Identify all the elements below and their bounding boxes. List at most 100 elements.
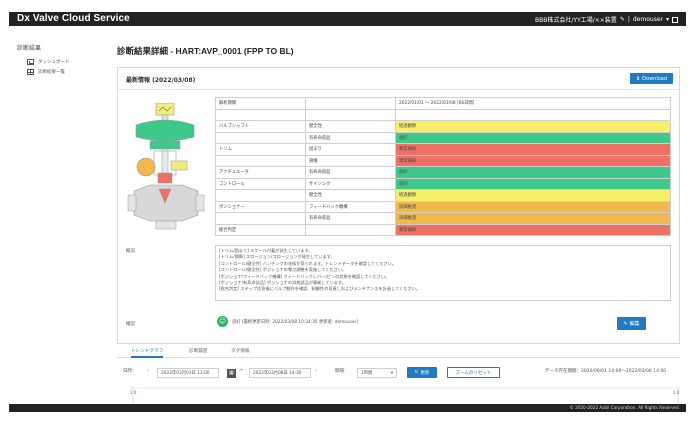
- card-header: 最新情報 (2022/03/08) ⬇ Download: [118, 68, 679, 90]
- table-cell: コントロール: [215, 177, 306, 190]
- end-datetime-input[interactable]: 2022年03月08日 14:30: [249, 368, 311, 378]
- table-cell: 健全性: [305, 120, 396, 133]
- table-cell: サイジング: [305, 177, 396, 190]
- table-cell: 有寿命部品: [305, 166, 396, 179]
- company-path: BBB株式会社/YY工場/××装置: [535, 17, 617, 24]
- table-cell: トリム: [215, 143, 306, 156]
- positioner: [136, 157, 156, 177]
- chevron-left-icon[interactable]: ‹: [147, 368, 149, 373]
- window-icon[interactable]: [672, 16, 678, 23]
- summary-text: [トリム/固まり] スケール付着が発生しています。 [トリム/損傷] エロージョン…: [215, 245, 671, 301]
- diagnosis-status-cell: 良好: [395, 166, 671, 179]
- page-title: 診断結果詳細 - HART:AVP_0001 (FPP TO BL): [117, 46, 294, 56]
- table-cell: アクチュエータ: [215, 166, 306, 179]
- interval-select[interactable]: 1時間 ▾: [357, 368, 397, 378]
- tab-diagnosis-history[interactable]: 診断履歴: [189, 348, 207, 354]
- diagnosis-status-cell: 詳細推奨: [395, 200, 671, 213]
- range-separator: →: [239, 368, 243, 373]
- confirm-label: 確認: [126, 322, 135, 327]
- table-cell: 損傷: [305, 154, 396, 167]
- update-button[interactable]: ↻ 更新: [407, 367, 437, 378]
- sidebar-item-dashboard[interactable]: ダッシュボード: [27, 57, 107, 67]
- sidebar-item-label: ダッシュボード: [38, 60, 70, 65]
- confirm-text: 良好 [最終更新日時: 2022/03/08 10:34:35 更新者: dem…: [232, 320, 358, 325]
- valve-illustration: [127, 103, 205, 230]
- chevron-down-icon[interactable]: ▾: [666, 16, 669, 23]
- table-cell: [305, 223, 396, 236]
- interval-label: 間隔：: [335, 369, 349, 374]
- sidebar-item-label: 診断結果一覧: [38, 70, 65, 75]
- table-cell: [215, 131, 306, 144]
- smile-icon: ☺: [217, 316, 228, 327]
- table-cell: 有寿命部品: [305, 212, 396, 225]
- zoom-reset-button[interactable]: ズームのリセット: [447, 367, 500, 378]
- diagnosis-status-cell: 良好: [395, 131, 671, 144]
- table-cell: 健全性: [305, 189, 396, 202]
- table-row: 有寿命部品 詳細推奨: [215, 212, 671, 225]
- table-cell: フィードバック機構: [305, 200, 396, 213]
- table-cell: [305, 108, 396, 121]
- chart-icon: [27, 59, 34, 65]
- chevron-down-icon: ▾: [390, 370, 393, 376]
- grid-icon: [27, 69, 34, 75]
- y-axis-tick-left: 1.0: [130, 390, 137, 395]
- download-icon: ⬇: [635, 75, 641, 82]
- table-row: ポジショナー フィードバック機構 詳細推奨: [215, 200, 671, 213]
- y-axis-tick-right: 1.0: [673, 390, 680, 395]
- start-datetime-input[interactable]: 2022年03月03日 13:00: [157, 368, 219, 378]
- filter-bar: 日時： ‹ 2022年03月03日 13:00 ▦ → 2022年03月08日 …: [117, 364, 680, 382]
- diagnosis-status-cell: 良好: [395, 177, 671, 190]
- table-row: 健全性 経過観察: [215, 189, 671, 202]
- summary-label: 概況: [126, 249, 135, 254]
- table-cell: バルブシャフト: [215, 120, 306, 133]
- table-cell: [305, 97, 396, 110]
- footer: © 2020-2022 Azbil Corporation. All Right…: [9, 404, 686, 412]
- table-row: コントロール サイジング 良好: [215, 177, 671, 190]
- card-title: 最新情報 (2022/03/08): [126, 77, 196, 84]
- latest-info-card: 最新情報 (2022/03/08) ⬇ Download 解析期間 2022/01…: [117, 67, 680, 344]
- table-row: [215, 108, 671, 121]
- divider: |: [627, 16, 630, 23]
- diagnosis-status-cell: 経過観察: [395, 120, 671, 133]
- top-bar: Dx Valve Cloud Service BBB株式会社/YY工場/××装置…: [9, 12, 686, 26]
- table-cell: [215, 154, 306, 167]
- refresh-icon: ↻: [414, 370, 419, 375]
- summary-line: [総合判定] ステップ応答後にバルブ動作を確認、制御性の見直しおよびメンテナンス…: [219, 286, 421, 292]
- diagnosis-status-cell: [395, 108, 671, 121]
- trend-chart: [131, 386, 680, 404]
- table-row: 総合判定 異常検知: [215, 223, 671, 236]
- edit-button[interactable]: ✎ 編集: [617, 317, 646, 330]
- tab-trend-graph[interactable]: トレンドグラフ: [131, 348, 164, 358]
- table-cell: 総合判定: [215, 223, 306, 236]
- chevron-right-icon[interactable]: ›: [315, 368, 317, 373]
- table-row: バルブシャフト 健全性 経過観察: [215, 120, 671, 133]
- table-row: トリム 固まり 異常検知: [215, 143, 671, 156]
- download-button[interactable]: ⬇ Download: [630, 73, 673, 84]
- table-row: 有寿命部品 良好: [215, 131, 671, 144]
- table-cell: [215, 212, 306, 225]
- table-row: アクチュエータ 有寿命部品 良好: [215, 166, 671, 179]
- table-cell: 固まり: [305, 143, 396, 156]
- sidebar: 診断結果 ダッシュボード 診断結果一覧: [17, 43, 107, 77]
- table-cell: 解析期間: [215, 97, 306, 110]
- actuator-diaphragm: [135, 119, 195, 142]
- sidebar-item-results[interactable]: 診断結果一覧: [27, 67, 107, 77]
- shaft-indicator: [170, 160, 188, 171]
- sidebar-title: 診断結果: [17, 45, 42, 52]
- tab-bar: トレンドグラフ 診断履歴 タグ情報: [117, 344, 680, 358]
- user-name[interactable]: demouser: [633, 16, 663, 23]
- table-cell: 有寿命部品: [305, 131, 396, 144]
- data-period-text: データ存在期間：2020/06/01 14:00～2022/03/08 14:0…: [545, 369, 667, 374]
- table-cell: [215, 189, 306, 202]
- table-row: 解析期間 2022/01/01 ～ 2022/03/08 [66日間]: [215, 97, 671, 110]
- diagnosis-status-cell: 異常検知: [395, 223, 671, 236]
- diagnosis-status-cell: 異常検知: [395, 143, 671, 156]
- table-row: 損傷 異常検知: [215, 154, 671, 167]
- edit-icon[interactable]: ✎: [620, 16, 625, 23]
- calendar-icon[interactable]: ▦: [227, 369, 236, 378]
- diagnosis-status-cell: 2022/01/01 ～ 2022/03/08 [66日間]: [395, 97, 671, 110]
- diagnosis-status-cell: 異常検知: [395, 154, 671, 167]
- app-title: Dx Valve Cloud Service: [17, 13, 130, 24]
- pencil-icon: ✎: [623, 320, 628, 327]
- tab-tag-info[interactable]: タグ情報: [231, 348, 249, 354]
